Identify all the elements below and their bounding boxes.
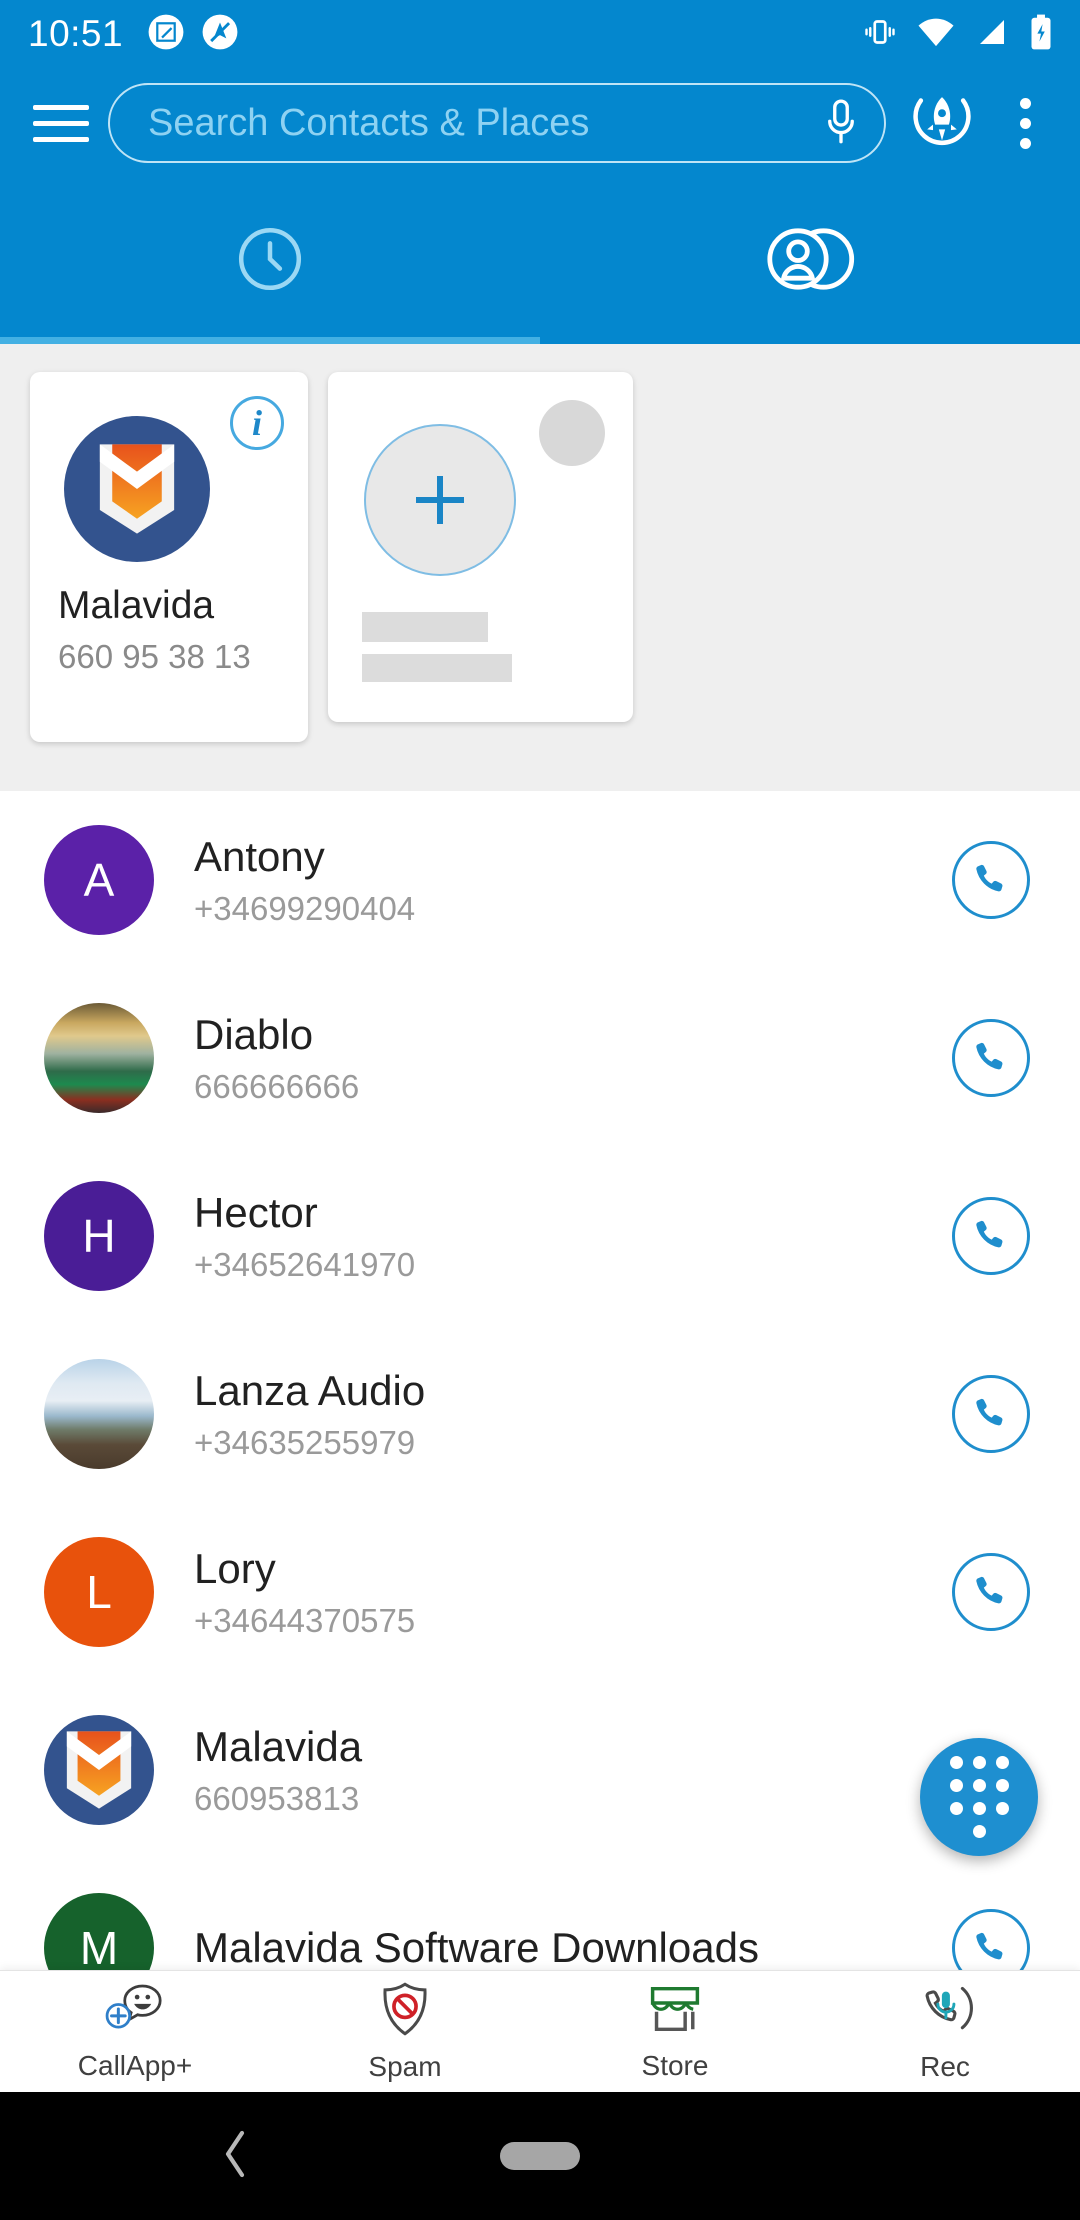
spam-shield-icon [379, 1980, 431, 2043]
more-vertical-icon[interactable] [988, 77, 1062, 169]
contact-info: Malavida 660953813 [194, 1723, 952, 1818]
nav-item-rec[interactable]: Rec [810, 1971, 1080, 2092]
contact-info: Antony +34699290404 [194, 833, 952, 928]
favorite-card-contact[interactable]: i Malavida 660 95 38 13 [30, 372, 308, 742]
nav-label: Spam [368, 2051, 442, 2082]
microphone-icon[interactable] [824, 98, 858, 148]
phone-call-icon[interactable] [952, 1909, 1030, 1970]
avatar: M [44, 1893, 154, 1970]
vibrate-icon [862, 14, 898, 55]
avatar: A [44, 825, 154, 935]
favorites-card-strip: i Malavida 660 95 38 13 [0, 344, 1080, 791]
info-circle-icon[interactable]: i [230, 396, 284, 450]
contact-star-icon [762, 223, 858, 300]
callapp-plus-icon [103, 1981, 167, 2042]
store-icon [645, 1981, 705, 2042]
contact-info: Diablo 666666666 [194, 1011, 952, 1106]
search-input[interactable]: Search Contacts & Places [108, 83, 886, 163]
no-location-icon [201, 13, 239, 56]
contact-name: Hector [194, 1188, 318, 1236]
phone-call-icon[interactable] [952, 1019, 1030, 1097]
back-chevron-icon[interactable] [215, 2126, 255, 2187]
contact-name: Lanza Audio [194, 1366, 426, 1414]
tab-bar [0, 178, 1080, 344]
bottom-navigation: CallApp+ Spam Store Rec [0, 1970, 1080, 2092]
avatar-initial: A [83, 854, 115, 906]
nav-label: Rec [920, 2051, 970, 2082]
avatar [64, 416, 210, 562]
favorite-card-phone: 660 95 38 13 [58, 638, 251, 675]
status-bar-system-icons [862, 13, 1054, 56]
favorite-card-placeholder[interactable] [328, 372, 633, 722]
avatar: H [44, 1181, 154, 1291]
tab-recents[interactable] [0, 178, 540, 344]
contact-info: Hector +34652641970 [194, 1189, 952, 1284]
table-row[interactable]: L Lory +34644370575 [0, 1503, 1080, 1681]
contact-list[interactable]: A Antony +34699290404 Diablo 666666666 H… [0, 791, 1080, 1970]
nav-label: Store [641, 2050, 709, 2081]
nav-label: CallApp+ [77, 2050, 193, 2081]
phone-call-icon[interactable] [952, 1197, 1030, 1275]
avatar-initial: M [79, 1922, 119, 1970]
app-bar: Search Contacts & Places [0, 68, 1080, 178]
cellular-signal-icon [974, 14, 1010, 55]
status-bar-clock: 10:51 [28, 13, 124, 54]
favorite-card-name: Malavida [58, 584, 215, 627]
phone-call-icon[interactable] [952, 1375, 1030, 1453]
tab-contacts-favorites[interactable] [540, 178, 1080, 344]
table-row[interactable]: H Hector +34652641970 [0, 1147, 1080, 1325]
contact-phone: 660953813 [194, 1779, 360, 1817]
contact-info: Malavida Software Downloads [194, 1924, 952, 1970]
battery-charging-icon [1028, 13, 1054, 56]
search-placeholder: Search Contacts & Places [148, 101, 590, 144]
dialpad-button[interactable] [920, 1738, 1038, 1856]
contact-phone: +34652641970 [194, 1245, 416, 1283]
contact-name: Malavida [194, 1722, 363, 1770]
avatar-initial: L [86, 1566, 112, 1618]
avatar-initial: H [82, 1210, 116, 1262]
add-favorite-button[interactable] [364, 424, 516, 576]
contact-info: Lanza Audio +34635255979 [194, 1367, 952, 1462]
system-navigation-bar [0, 2092, 1080, 2220]
phone-call-icon[interactable] [952, 1553, 1030, 1631]
tab-indicator [0, 337, 540, 344]
status-bar: 10:51 [0, 0, 1080, 68]
avatar [44, 1715, 154, 1825]
clock-icon [234, 223, 306, 300]
contact-phone: +34644370575 [194, 1601, 416, 1639]
contact-name: Diablo [194, 1010, 314, 1058]
contact-name: Lory [194, 1544, 276, 1592]
contact-phone: +34699290404 [194, 889, 416, 927]
screenshot-edit-icon [147, 13, 185, 56]
contact-phone: 666666666 [194, 1067, 360, 1105]
avatar: L [44, 1537, 154, 1647]
status-bar-notification-icons [147, 13, 239, 56]
table-row[interactable]: Diablo 666666666 [0, 969, 1080, 1147]
table-row[interactable]: M Malavida Software Downloads [0, 1859, 1080, 1970]
rocket-boost-icon[interactable] [896, 77, 988, 169]
hamburger-menu-icon[interactable] [18, 80, 104, 166]
table-row[interactable]: Lanza Audio +34635255979 [0, 1325, 1080, 1503]
phone-screen: 10:51 Search Contacts & Places i Malavid… [0, 0, 1080, 2220]
placeholder-avatar-dot [539, 400, 605, 466]
phone-call-icon[interactable] [952, 841, 1030, 919]
dialpad-icon [949, 1756, 1009, 1838]
table-row[interactable]: A Antony +34699290404 [0, 791, 1080, 969]
wifi-icon [916, 14, 956, 55]
placeholder-phone-bar [362, 654, 512, 682]
plus-icon [416, 476, 464, 524]
contact-name: Antony [194, 832, 325, 880]
call-recorder-icon [917, 1980, 973, 2043]
nav-item-store[interactable]: Store [540, 1971, 810, 2092]
table-row[interactable]: Malavida 660953813 [0, 1681, 1080, 1859]
avatar [44, 1359, 154, 1469]
nav-item-callapp-plus[interactable]: CallApp+ [0, 1971, 270, 2092]
contact-info: Lory +34644370575 [194, 1545, 952, 1640]
avatar [44, 1003, 154, 1113]
contact-name: Malavida Software Downloads [194, 1924, 759, 1970]
placeholder-name-bar [362, 612, 488, 642]
contact-phone: +34635255979 [194, 1423, 416, 1461]
home-pill-icon[interactable] [500, 2142, 580, 2170]
nav-item-spam[interactable]: Spam [270, 1971, 540, 2092]
